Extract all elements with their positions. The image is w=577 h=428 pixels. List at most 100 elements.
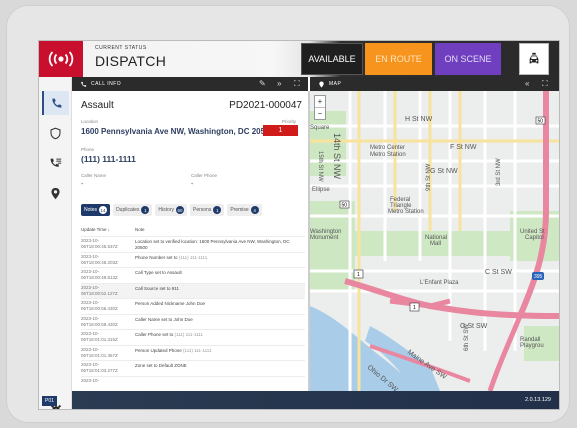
note-text-main: Caller Name set to John Doe (135, 316, 193, 322)
svg-text:50: 50 (342, 203, 348, 209)
svg-text:C St SW: C St SW (485, 269, 512, 276)
map-label: H St NW (405, 116, 433, 123)
caller-name-label: Caller Name (81, 173, 107, 178)
tab-notes[interactable]: Notes 14 (81, 204, 111, 216)
note-text: Caller Name set to John Doe (135, 317, 303, 323)
note-text: Zone set to Default ZONE (135, 363, 303, 369)
table-row[interactable]: 2023-10- (81, 375, 305, 392)
note-header: Note (135, 227, 145, 232)
call-id: PD2021-000047 (229, 100, 302, 111)
table-row[interactable]: 2023-10-06T18:01:03.277Z Zone set to Defa… (81, 360, 305, 376)
tab-count: 14 (99, 206, 108, 214)
caller-name-value: - (81, 181, 84, 188)
tab-count: 60 (175, 206, 184, 214)
tab-history[interactable]: History 60 (155, 204, 187, 216)
svg-text:9th St NW: 9th St NW (426, 163, 432, 191)
note-text-main: Caller Phone set to (135, 332, 175, 337)
location-pin-icon (319, 80, 324, 88)
notes-table: 2023-10-06T18:00:45.537Z Location set to … (81, 236, 305, 391)
location-value: 1600 Pennsylvania Ave NW, Washington, DC… (81, 127, 274, 136)
table-row[interactable]: 2023-10-06T18:00:49.813Z Call Type set to… (81, 267, 305, 283)
chevron-left-icon[interactable]: « (525, 79, 530, 88)
svg-text:F St NW: F St NW (450, 144, 477, 151)
expand-icon[interactable]: ⛶ (294, 79, 300, 88)
on-scene-button[interactable]: ON SCENE (435, 43, 501, 75)
status-value: DISPATCH (95, 53, 167, 69)
app-logo (39, 41, 83, 77)
en-route-button[interactable]: EN ROUTE (365, 43, 432, 75)
nav-call-info[interactable] (42, 91, 69, 115)
vehicle-button[interactable] (519, 43, 549, 75)
tab-label: History (158, 207, 174, 213)
expand-icon[interactable]: ⛶ (542, 79, 548, 88)
note-time: 2023-10-06T18:00:45.537Z (81, 238, 118, 249)
chevron-right-icon[interactable]: » (277, 79, 282, 88)
table-row[interactable]: 2023-10-06T18:00:59.430Z Caller Name set … (81, 313, 305, 330)
note-text-highlight: (111) 111-1111 (183, 347, 212, 353)
svg-text:Mall: Mall (430, 241, 441, 247)
header-label: Update Time (81, 227, 107, 232)
tab-duplicates[interactable]: Duplicates 1 (113, 204, 153, 216)
shield-icon (50, 127, 61, 139)
call-list-icon (50, 158, 62, 167)
call-info-title: CALL INFO (91, 81, 122, 87)
tab-count: 1 (141, 206, 150, 214)
map-canvas: H St NW Metro Center Metro Station F St … (310, 91, 559, 391)
note-text-highlight: (111) 111-1111 (178, 254, 208, 260)
update-time-header[interactable]: Update Time ↓ (81, 227, 110, 232)
tab-premise[interactable]: Premise 4 (227, 204, 262, 216)
footer-bar: 2.0.13.129 (72, 391, 559, 409)
nav-map[interactable] (42, 181, 69, 205)
table-row[interactable]: 2023-10-06T18:00:45.537Z Location set to … (81, 236, 305, 252)
tab-label: Notes (84, 207, 98, 213)
map-title: MAP (329, 81, 342, 87)
svg-text:Monument: Monument (310, 235, 339, 241)
svg-text:Ellipse: Ellipse (312, 187, 330, 193)
svg-text:6th St SW: 6th St SW (464, 324, 470, 351)
version-label: 2.0.13.129 (525, 397, 551, 403)
tab-persons[interactable]: Persons 1 (189, 204, 225, 216)
app-screen: CURRENT STATUS DISPATCH AVAILABLE EN ROU… (39, 41, 559, 409)
table-row[interactable]: 2023-10-06T18:01:01.315Z Caller Phone set… (81, 329, 305, 345)
note-text-main: Person Updated Phone (135, 347, 184, 353)
note-text-main: Phone Number set to (135, 254, 179, 260)
svg-text:Playgrou: Playgrou (520, 343, 544, 349)
notes-table-header: Update Time ↓ Note (81, 227, 305, 235)
note-text-highlight: (111) 111-1111 (174, 332, 203, 337)
call-info-panel: Assault PD2021-000047 Location 1600 Penn… (72, 91, 310, 391)
call-type: Assault (81, 100, 114, 111)
note-text: Person Updated Phone (111) 111-1111 (135, 348, 303, 354)
zoom-out-button[interactable]: − (315, 107, 325, 119)
table-row[interactable]: 2023-10-06T18:01:01.367Z Person Updated P… (81, 344, 305, 361)
table-row[interactable]: 2023-10-06T18:00:52.127Z Call Source set … (81, 282, 305, 298)
priority-badge: 1 (263, 125, 298, 136)
note-text-main: Location set to verified location: 1600 … (135, 239, 290, 250)
available-button[interactable]: AVAILABLE (301, 43, 363, 75)
zoom-controls: + − (314, 95, 326, 120)
table-row[interactable]: 2023-10-06T18:00:48.203Z Phone Number set… (81, 251, 305, 268)
priority-label: Priority (281, 119, 296, 124)
note-time: 2023-10-06T18:00:59.430Z (81, 315, 118, 327)
note-text: Call Source set to 911 (135, 286, 303, 292)
note-text: Person Added Nickname John Doe (135, 301, 303, 307)
svg-text:Capitol: Capitol (525, 235, 544, 241)
nav-units[interactable] (42, 121, 69, 145)
svg-text:1: 1 (413, 305, 416, 311)
call-info-bar: CALL INFO ✎ » ⛶ (72, 77, 308, 91)
table-row[interactable]: 2023-10-06T18:00:56.430Z Person Added Nic… (81, 298, 305, 314)
svg-text:Metro Station: Metro Station (388, 209, 424, 215)
nav-call-list[interactable] (42, 151, 69, 175)
edit-icon[interactable]: ✎ (259, 79, 266, 88)
status-label: CURRENT STATUS (95, 45, 147, 51)
note-time: 2023-10-06T18:00:49.813Z (81, 269, 118, 280)
phone-label: Phone (81, 147, 95, 152)
map-view[interactable]: H St NW Metro Center Metro Station F St … (310, 91, 559, 391)
location-label: Location (81, 119, 99, 124)
caller-phone-value: - (191, 181, 194, 188)
zoom-in-button[interactable]: + (315, 96, 325, 107)
tab-count: 1 (213, 206, 222, 214)
svg-text:14th St NW: 14th St NW (332, 133, 342, 180)
tab-label: Premise (230, 207, 249, 213)
svg-text:15th St NW: 15th St NW (317, 151, 323, 182)
svg-text:50: 50 (538, 119, 544, 125)
